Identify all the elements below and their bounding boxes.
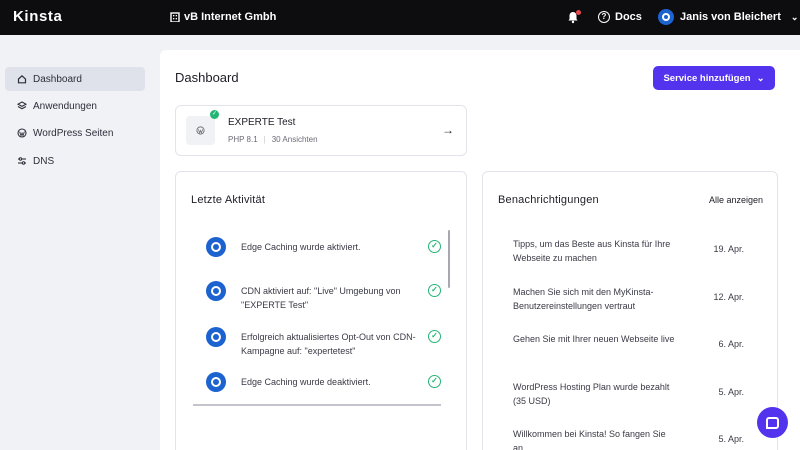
home-icon [17,74,27,84]
add-service-button[interactable]: Service hinzufügen ⌄ [653,66,775,90]
php-version: PHP 8.1 [228,135,258,144]
notification-text: WordPress Hosting Plan wurde bezahlt (35… [513,382,670,406]
check-circle-icon: ✓ [428,240,441,253]
bell-icon[interactable] [566,10,581,24]
check-circle-icon: ✓ [428,284,441,297]
activity-text: CDN aktiviert auf: "Live" Umgebung von "… [241,286,401,310]
notification-date: 5. Apr. [718,387,744,397]
kinsta-icon [206,327,226,347]
chevron-down-icon: ⌄ [790,11,799,22]
notification-date: 5. Apr. [718,434,744,444]
user-menu[interactable]: Janis von Bleichert ⌄ [658,9,798,25]
site-meta: PHP 8.1 | 30 Ansichten [228,135,318,144]
chevron-down-icon: ⌄ [756,72,765,84]
sidebar-item-label: WordPress Seiten [33,127,114,139]
notifications-panel: Benachrichtigungen Alle anzeigen Tipps, … [482,171,778,450]
notification-date: 19. Apr. [713,244,744,254]
docs-link[interactable]: ? Docs [598,11,642,23]
company-name: vB Internet Gmbh [184,11,277,23]
kinsta-icon [206,372,226,392]
top-bar: Kinsta vB Internet Gmbh ? Docs Janis von… [0,0,800,35]
sidebar: Dashboard Anwendungen WordPress Seiten D… [0,35,160,450]
notification-text: Gehen Sie mit Ihrer neuen Webseite live [513,334,675,344]
sidebar-item-dashboard[interactable]: Dashboard [5,67,145,91]
sidebar-item-dns[interactable]: DNS [5,149,145,173]
arrow-right-icon[interactable]: → [442,123,454,137]
show-all-link[interactable]: Alle anzeigen [709,195,763,205]
chat-button[interactable] [757,407,788,438]
notification-text: Tipps, um das Beste aus Kinsta für Ihre … [513,239,671,263]
avatar [658,9,674,25]
chat-icon [766,416,779,429]
kinsta-logo[interactable]: Kinsta [13,8,62,25]
wordpress-icon [186,116,215,145]
sidebar-item-anwendungen[interactable]: Anwendungen [5,94,145,118]
activity-text: Erfolgreich aktualisiertes Opt-Out von C… [241,332,416,356]
divider [193,404,441,406]
check-circle-icon: ✓ [428,375,441,388]
sidebar-item-label: Dashboard [33,73,82,85]
help-icon: ? [598,11,610,23]
separator: | [263,135,266,144]
sidebar-item-label: DNS [33,155,55,167]
layers-icon [17,101,27,110]
wordpress-icon [17,128,27,138]
main-content: Dashboard Service hinzufügen ⌄ ✓ EXPERTE… [160,50,800,450]
user-name: Janis von Bleichert [680,11,781,23]
kinsta-icon [206,237,226,257]
notification-date: 12. Apr. [713,292,744,302]
notification-dot [576,10,581,15]
activity-panel: Letzte Aktivität Edge Caching wurde akti… [175,171,467,450]
activity-title: Letzte Aktivität [191,194,266,206]
docs-label: Docs [615,11,642,23]
notification-text: Willkommen bei Kinsta! So fangen Sie an. [513,429,666,450]
dns-icon [18,157,26,165]
sidebar-item-wordpress[interactable]: WordPress Seiten [5,121,145,145]
status-check-icon: ✓ [210,110,219,119]
notifications-title: Benachrichtigungen [498,194,599,206]
kinsta-icon [206,281,226,301]
scrollbar[interactable] [448,230,450,288]
notification-text: Machen Sie sich mit den MyKinsta-Benutze… [513,287,654,311]
site-views: 30 Ansichten [271,135,318,144]
site-name: EXPERTE Test [228,117,296,128]
check-circle-icon: ✓ [428,330,441,343]
notification-date: 6. Apr. [718,339,744,349]
activity-text: Edge Caching wurde deaktiviert. [241,377,371,387]
sidebar-item-label: Anwendungen [33,100,97,112]
page-title: Dashboard [175,70,239,85]
site-card[interactable]: ✓ EXPERTE Test PHP 8.1 | 30 Ansichten → [175,105,467,156]
add-service-label: Service hinzufügen [663,72,751,84]
building-icon [170,12,180,22]
activity-text: Edge Caching wurde aktiviert. [241,242,361,252]
company-selector[interactable]: vB Internet Gmbh [170,11,276,23]
